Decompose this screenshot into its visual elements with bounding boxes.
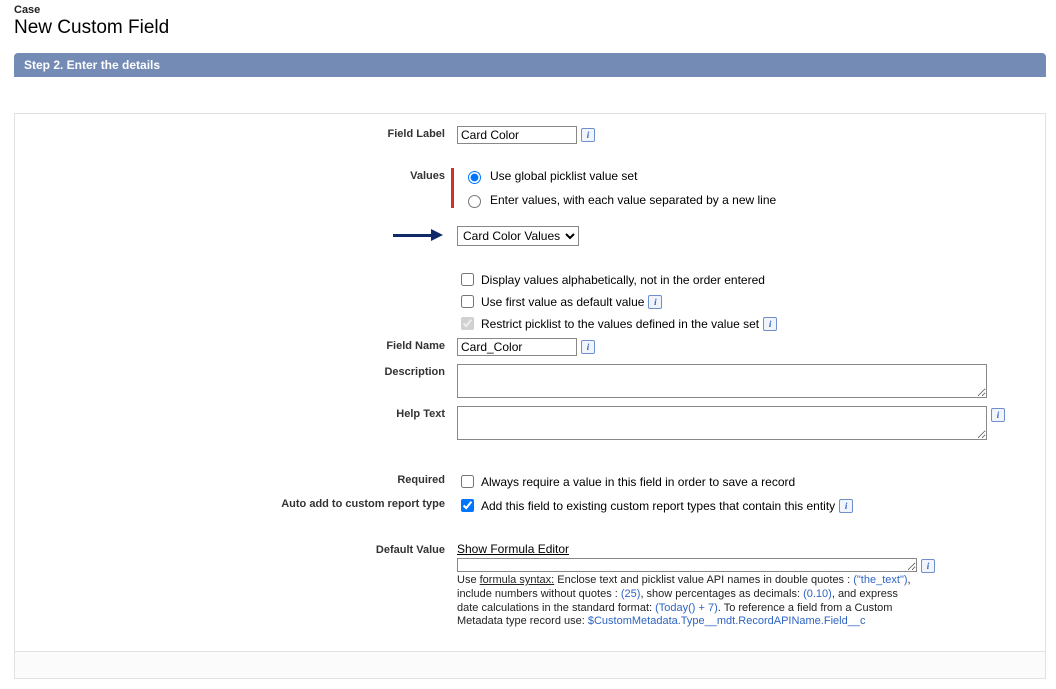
auto-add-checkbox[interactable]	[461, 499, 474, 512]
show-formula-editor-link[interactable]: Show Formula Editor	[457, 542, 1033, 556]
info-icon[interactable]: i	[921, 559, 935, 573]
step-header: Step 2. Enter the details	[14, 53, 1046, 77]
sort-alpha-label: Display values alphabetically, not in th…	[481, 273, 765, 287]
enter-values-radio[interactable]	[468, 195, 481, 208]
global-value-set-select[interactable]: Card Color Values	[457, 226, 579, 246]
info-icon[interactable]: i	[991, 408, 1005, 422]
description-textarea[interactable]	[457, 364, 987, 398]
label-required: Required	[27, 472, 457, 486]
info-icon[interactable]: i	[581, 128, 595, 142]
field-label-input[interactable]	[457, 126, 577, 144]
label-field-label: Field Label	[27, 126, 457, 140]
label-help-text: Help Text	[27, 406, 457, 420]
info-icon[interactable]: i	[763, 317, 777, 331]
first-default-checkbox[interactable]	[461, 295, 474, 308]
enter-values-label: Enter values, with each value separated …	[490, 193, 776, 207]
info-icon[interactable]: i	[648, 295, 662, 309]
label-auto-add: Auto add to custom report type	[27, 496, 457, 510]
required-label: Always require a value in this field in …	[481, 475, 795, 489]
restrict-label: Restrict picklist to the values defined …	[481, 317, 759, 331]
page-title: New Custom Field	[14, 17, 1046, 39]
label-field-name: Field Name	[27, 338, 457, 352]
first-default-label: Use first value as default value	[481, 295, 644, 309]
sort-alpha-checkbox[interactable]	[461, 273, 474, 286]
label-values: Values	[27, 168, 457, 182]
use-global-label: Use global picklist value set	[490, 169, 637, 183]
help-text-textarea[interactable]	[457, 406, 987, 440]
restrict-checkbox	[461, 317, 474, 330]
label-default-value: Default Value	[27, 542, 457, 556]
info-icon[interactable]: i	[581, 340, 595, 354]
use-global-radio[interactable]	[468, 171, 481, 184]
info-icon[interactable]: i	[839, 499, 853, 513]
form-stage: Field Label i Values Use global picklist…	[14, 113, 1046, 679]
arrow-icon	[393, 230, 445, 242]
label-description: Description	[27, 364, 457, 378]
default-value-textarea[interactable]	[457, 558, 917, 572]
field-name-input[interactable]	[457, 338, 577, 356]
object-context: Case	[14, 4, 1046, 16]
formula-hint: Use formula syntax: Enclose text and pic…	[457, 574, 917, 629]
required-checkbox[interactable]	[461, 475, 474, 488]
auto-add-label: Add this field to existing custom report…	[481, 499, 835, 513]
